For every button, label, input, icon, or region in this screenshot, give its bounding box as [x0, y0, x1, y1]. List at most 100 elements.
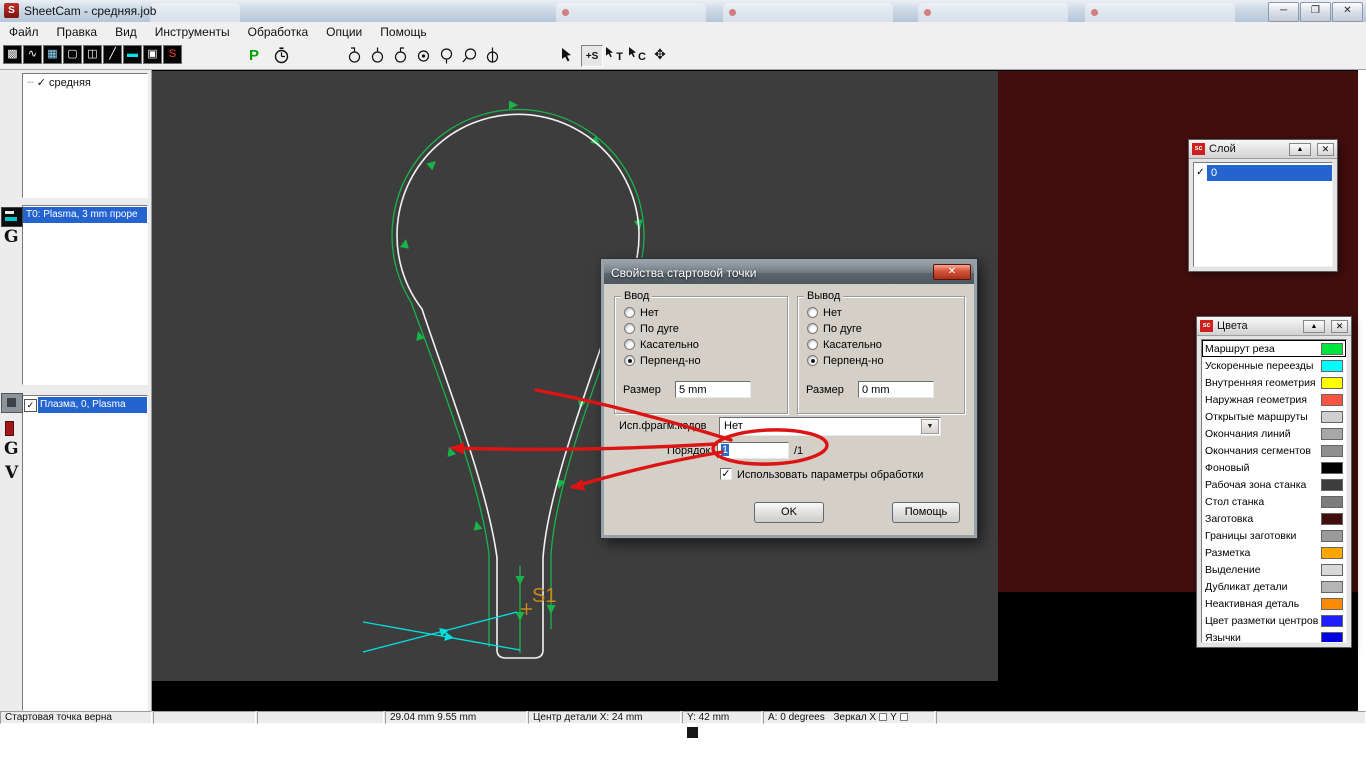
radio-output-perpendicular[interactable] — [807, 355, 818, 366]
solid-view-icon[interactable]: ▣ — [143, 45, 162, 64]
select-tool-icon[interactable] — [558, 46, 577, 65]
radio-row[interactable]: Нет — [624, 306, 659, 319]
help-button[interactable]: Помощь — [892, 502, 960, 523]
run-time-clock-icon[interactable] — [272, 46, 291, 65]
radio-output-none[interactable] — [807, 307, 818, 318]
ok-button[interactable]: OK — [754, 502, 824, 523]
color-swatch[interactable] — [1321, 461, 1343, 474]
color-swatch[interactable] — [1321, 512, 1343, 525]
contour-tool-icon[interactable]: C — [627, 45, 647, 65]
color-swatch[interactable] — [1321, 546, 1343, 559]
outline-view-icon[interactable]: ▢ — [63, 45, 82, 64]
menu-file[interactable]: Файл — [0, 22, 48, 42]
color-swatch[interactable] — [1321, 393, 1343, 406]
colors-palette-close-icon[interactable]: ✕ — [1331, 319, 1348, 333]
radio-row[interactable]: Перпенд-но — [624, 354, 701, 367]
color-row[interactable]: Границы заготовки — [1202, 527, 1346, 544]
menu-machining[interactable]: Обработка — [239, 22, 318, 42]
start-point-top-left-icon[interactable] — [345, 46, 364, 65]
radio-row[interactable]: Перпенд-но — [807, 354, 884, 367]
color-swatch[interactable] — [1321, 580, 1343, 593]
color-swatch[interactable] — [1321, 342, 1343, 355]
radio-input-arc[interactable] — [624, 323, 635, 334]
collapse-icon[interactable]: ▲ — [1303, 319, 1325, 333]
color-swatch[interactable] — [1321, 597, 1343, 610]
run-post-icon[interactable]: P — [249, 47, 259, 64]
close-button[interactable]: ✕ — [1332, 2, 1363, 22]
color-swatch[interactable] — [1321, 359, 1343, 372]
minimize-button[interactable]: ─ — [1268, 2, 1299, 22]
colors-palette[interactable]: sc Цвета ▲ ✕ Маршрут реза Ускоренные пер… — [1196, 316, 1352, 648]
input-size-field[interactable] — [675, 381, 751, 398]
start-point-properties-dialog[interactable]: Свойства стартовой точки ✕ Ввод Нет По д… — [600, 258, 978, 539]
maximize-button[interactable]: ❐ — [1300, 2, 1331, 22]
menu-tools[interactable]: Инструменты — [146, 22, 239, 42]
color-row[interactable]: Дубликат детали — [1202, 578, 1346, 595]
color-row[interactable]: Ускоренные переезды — [1202, 357, 1346, 374]
start-point-bottom-left-icon[interactable] — [460, 46, 479, 65]
color-row[interactable]: Рабочая зона станка — [1202, 476, 1346, 493]
color-swatch[interactable] — [1321, 444, 1343, 457]
path-view-icon[interactable]: ∿ — [23, 45, 42, 64]
radio-output-tangent[interactable] — [807, 339, 818, 350]
color-row[interactable]: Заготовка — [1202, 510, 1346, 527]
color-list[interactable]: Маршрут реза Ускоренные переезды Внутрен… — [1201, 339, 1347, 643]
dropdown-arrow-icon[interactable]: ▼ — [921, 419, 939, 434]
layer-label[interactable]: 0 — [1207, 164, 1332, 181]
sheetcam-logo-icon[interactable]: S — [163, 45, 182, 64]
color-row[interactable]: Окончания сегментов — [1202, 442, 1346, 459]
radio-row[interactable]: По дуге — [807, 322, 862, 335]
tools-panel[interactable]: T0: Plasma, 3 mm проре — [22, 205, 148, 385]
color-row[interactable]: Стол станка — [1202, 493, 1346, 510]
output-size-field[interactable] — [858, 381, 934, 398]
color-swatch[interactable] — [1321, 376, 1343, 389]
operation-label[interactable]: Плазма, 0, Plasma — [38, 397, 147, 413]
part-label[interactable]: средняя — [49, 77, 91, 89]
color-swatch[interactable] — [1321, 427, 1343, 440]
color-swatch[interactable] — [1321, 563, 1343, 576]
color-swatch[interactable] — [1321, 478, 1343, 491]
menu-help[interactable]: Помощь — [371, 22, 435, 42]
color-row[interactable]: Открытые маршруты — [1202, 408, 1346, 425]
snippets-dropdown[interactable]: Нет ▼ — [719, 417, 941, 436]
color-row[interactable]: Внутренняя геометрия — [1202, 374, 1346, 391]
menu-edit[interactable]: Правка — [48, 22, 107, 42]
parts-view-icon[interactable]: ▩ — [3, 45, 22, 64]
layer-list[interactable]: ✓ 0 — [1193, 162, 1333, 267]
start-point-through-icon[interactable] — [483, 46, 502, 65]
layer-row[interactable]: ✓ 0 — [1194, 164, 1332, 181]
radio-input-perpendicular[interactable] — [624, 355, 635, 366]
edit-start-point-tool-icon[interactable]: +S — [581, 45, 603, 67]
color-swatch[interactable] — [1321, 614, 1343, 627]
colors-palette-titlebar[interactable]: sc Цвета ▲ ✕ — [1197, 317, 1351, 336]
diagonal-view-icon[interactable]: ╱ — [103, 45, 122, 64]
mirror-x-checkbox[interactable] — [879, 713, 888, 721]
start-point-bottom-icon[interactable] — [437, 46, 456, 65]
start-point-center-icon[interactable] — [414, 46, 433, 65]
color-swatch[interactable] — [1321, 495, 1343, 508]
part-check-icon[interactable]: ✓ — [37, 77, 46, 89]
color-swatch[interactable] — [1321, 410, 1343, 423]
color-row[interactable]: Неактивная деталь — [1202, 595, 1346, 612]
color-swatch[interactable] — [1321, 529, 1343, 542]
color-row[interactable]: Язычки — [1202, 629, 1346, 642]
color-row[interactable]: Выделение — [1202, 561, 1346, 578]
color-swatch[interactable] — [1321, 631, 1343, 642]
tangent-tool-icon[interactable]: T — [604, 45, 624, 65]
tool-list-item[interactable]: T0: Plasma, 3 mm проре — [23, 207, 147, 223]
radio-row[interactable]: По дуге — [624, 322, 679, 335]
color-row[interactable]: Цвет разметки центров — [1202, 612, 1346, 629]
dialog-close-icon[interactable]: ✕ — [933, 264, 971, 280]
menu-options[interactable]: Опции — [317, 22, 371, 42]
color-row[interactable]: Маршрут реза — [1202, 340, 1346, 357]
use-params-checkbox[interactable]: ✓ — [720, 468, 732, 480]
mirror-y-checkbox[interactable] — [899, 713, 908, 721]
menu-view[interactable]: Вид — [106, 22, 146, 42]
operations-panel[interactable]: ✓ Плазма, 0, Plasma — [22, 395, 148, 711]
parts-panel[interactable]: ┄ ✓ средняя — [22, 73, 148, 198]
grid-view-icon[interactable]: ▦ — [43, 45, 62, 64]
start-point-top-icon[interactable] — [368, 46, 387, 65]
split-view-icon[interactable]: ◫ — [83, 45, 102, 64]
color-row[interactable]: Наружная геометрия — [1202, 391, 1346, 408]
dialog-titlebar[interactable]: Свойства стартовой точки — [604, 262, 974, 284]
